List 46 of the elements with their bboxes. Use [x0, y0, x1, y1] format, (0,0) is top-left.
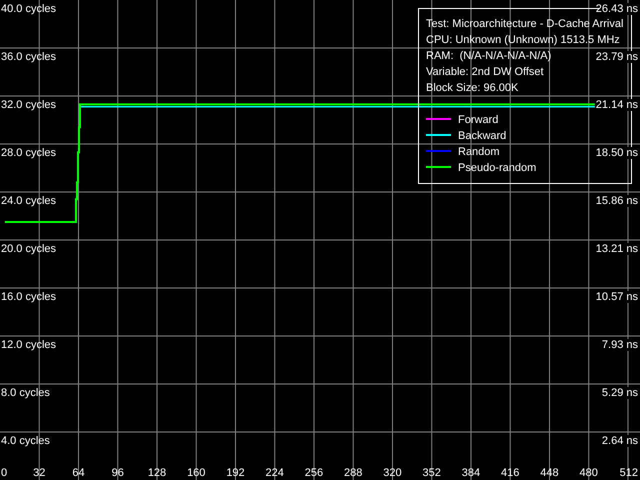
info-text: Test: Microarchitecture - D-Cache Arrival — [426, 18, 624, 30]
y-axis-label: 10.57 ns — [596, 291, 638, 303]
x-axis-label: 416 — [501, 467, 520, 479]
x-axis-label: 288 — [344, 467, 362, 479]
y-axis-label: 21.14 ns — [596, 99, 638, 111]
info-text: CPU: Unknown (Unknown) 1513.5 MHz — [426, 34, 620, 46]
y-axis-label: 12.0 cycles — [1, 339, 56, 351]
y-axis-label: 32.0 cycles — [1, 99, 56, 111]
info-text: Variable: 2nd DW Offset — [426, 66, 544, 78]
y-axis-label: 4.0 cycles — [1, 435, 50, 447]
y-axis-label: 18.50 ns — [596, 147, 638, 159]
y-axis-label: 36.0 cycles — [1, 51, 56, 63]
y-axis-label: 20.0 cycles — [1, 243, 56, 255]
y-axis-label: 28.0 cycles — [1, 147, 56, 159]
x-axis-label: 0 — [1, 467, 8, 479]
x-axis-label: 160 — [187, 467, 206, 479]
y-axis-label: 8.0 cycles — [1, 387, 50, 399]
x-axis-label: 192 — [226, 467, 245, 479]
y-axis-label: 23.79 ns — [596, 51, 638, 63]
legend-label: Forward — [458, 114, 498, 126]
legend-label: Backward — [458, 130, 506, 142]
info-text: RAM: (N/A-N/A-N/A-N/A) — [426, 50, 552, 62]
x-axis-label: 448 — [540, 467, 559, 479]
x-axis-label: 224 — [266, 467, 284, 479]
x-axis-label: 256 — [304, 467, 324, 479]
y-axis-label: 26.43 ns — [596, 3, 638, 15]
x-axis-label: 352 — [422, 467, 441, 479]
legend-label: Random — [458, 146, 500, 158]
x-axis-label: 32 — [33, 467, 46, 479]
y-axis-label: 13.21 ns — [596, 243, 638, 255]
x-axis-label: 128 — [148, 467, 166, 479]
x-axis-label: 64 — [72, 467, 85, 479]
y-axis-label: 5.29 ns — [602, 387, 638, 399]
x-axis-label: 320 — [383, 467, 402, 479]
x-axis-label: 384 — [462, 467, 480, 479]
legend-label: Pseudo-random — [458, 162, 536, 174]
x-axis-label: 480 — [580, 467, 598, 479]
y-axis-label: 15.86 ns — [596, 195, 638, 207]
y-axis-label: 2.64 ns — [602, 435, 638, 447]
y-axis-label: 40.0 cycles — [1, 3, 56, 15]
y-axis-label: 7.93 ns — [602, 339, 638, 351]
y-axis-label: 16.0 cycles — [1, 291, 56, 303]
info-text: Block Size: 96.00K — [426, 82, 518, 94]
x-axis-label: 512 — [620, 467, 638, 479]
x-axis-label: 96 — [112, 467, 124, 479]
y-axis-label: 24.0 cycles — [1, 195, 56, 207]
